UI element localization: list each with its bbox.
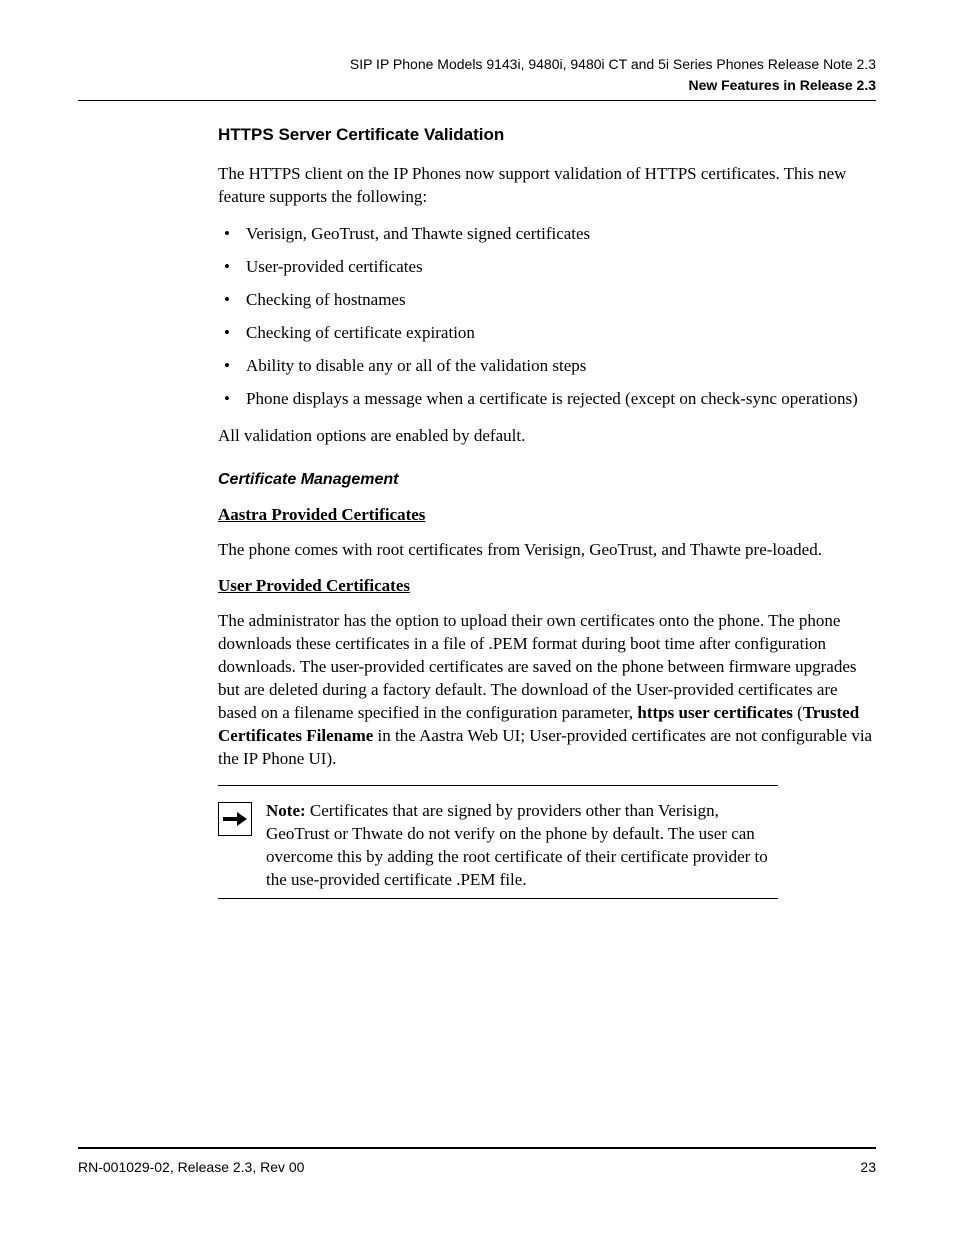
footer-page-number: 23 — [860, 1159, 876, 1175]
page-content: HTTPS Server Certificate Validation The … — [218, 125, 876, 899]
subsection-heading: Certificate Management — [218, 471, 876, 489]
section-heading: HTTPS Server Certificate Validation — [218, 125, 876, 145]
page-footer: RN-001029-02, Release 2.3, Rev 00 23 — [78, 1147, 876, 1175]
note-text: Note: Certificates that are signed by pr… — [266, 794, 778, 898]
list-item: User-provided certificates — [218, 256, 876, 279]
aastra-heading: Aastra Provided Certificates — [218, 505, 876, 525]
user-heading: User Provided Certificates — [218, 576, 876, 596]
header-rule — [78, 100, 876, 101]
list-item: Verisign, GeoTrust, and Thawte signed ce… — [218, 223, 876, 246]
page-header: SIP IP Phone Models 9143i, 9480i, 9480i … — [78, 54, 876, 96]
list-item: Checking of hostnames — [218, 289, 876, 312]
aastra-text: The phone comes with root certificates f… — [218, 539, 876, 562]
arrow-right-icon — [218, 802, 252, 836]
footer-doc-id: RN-001029-02, Release 2.3, Rev 00 — [78, 1159, 304, 1175]
note-rule-bottom — [218, 898, 778, 899]
header-product-line: SIP IP Phone Models 9143i, 9480i, 9480i … — [78, 54, 876, 75]
section-closing: All validation options are enabled by de… — [218, 425, 876, 448]
list-item: Phone displays a message when a certific… — [218, 388, 876, 411]
section-intro: The HTTPS client on the IP Phones now su… — [218, 163, 876, 209]
list-item: Ability to disable any or all of the val… — [218, 355, 876, 378]
user-text: The administrator has the option to uplo… — [218, 610, 876, 771]
note-label: Note: — [266, 801, 306, 820]
user-text-bold1: https user certificates — [637, 703, 792, 722]
footer-rule — [78, 1147, 876, 1149]
user-text-mid1: ( — [793, 703, 803, 722]
note-block: Note: Certificates that are signed by pr… — [218, 794, 778, 898]
header-section-line: New Features in Release 2.3 — [78, 75, 876, 96]
footer-row: RN-001029-02, Release 2.3, Rev 00 23 — [78, 1159, 876, 1175]
note-body: Certificates that are signed by provider… — [266, 801, 768, 889]
feature-list: Verisign, GeoTrust, and Thawte signed ce… — [218, 223, 876, 411]
list-item: Checking of certificate expiration — [218, 322, 876, 345]
note-rule-top — [218, 785, 778, 786]
